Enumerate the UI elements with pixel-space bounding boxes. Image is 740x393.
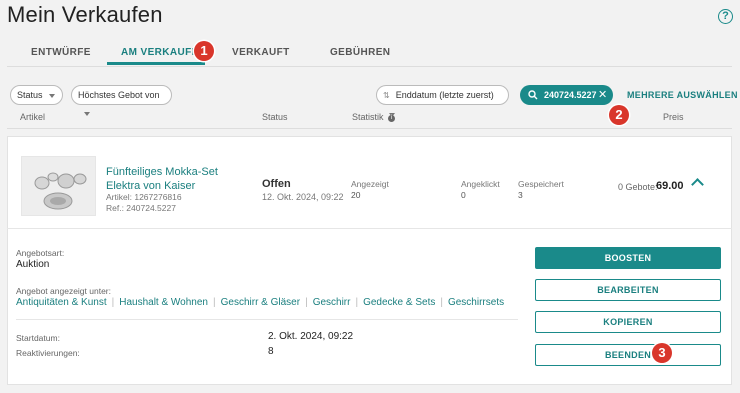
reactivations-label: Reaktivierungen: — [16, 348, 80, 358]
sort-icon: ⇅ — [383, 91, 390, 100]
annotation-badge-1: 1 — [194, 41, 214, 61]
column-header-statistics-label: Statistik — [352, 112, 384, 122]
select-multiple-link[interactable]: MEHRERE AUSWÄHLEN — [627, 90, 738, 100]
tabs-divider — [7, 66, 732, 67]
article-number: Artikel: 1267276816 — [106, 192, 182, 202]
tab-drafts[interactable]: ENTWÜRFE — [31, 47, 91, 58]
annotation-badge-2: 2 — [609, 105, 629, 125]
start-date-label: Startdatum: — [16, 333, 60, 343]
category-link[interactable]: Geschirr — [313, 297, 351, 308]
category-link[interactable]: Geschirrsets — [448, 297, 504, 308]
product-image[interactable] — [21, 156, 96, 216]
bid-count: 0 Gebote: — [618, 182, 658, 192]
info-icon[interactable]: i — [388, 115, 396, 122]
stat-shown-label: Angezeigt — [351, 179, 389, 189]
close-icon[interactable]: ✕ — [598, 85, 607, 105]
section-divider — [16, 319, 518, 320]
listing-status: Offen — [262, 178, 291, 190]
offer-type-label: Angebotsart: — [16, 248, 65, 258]
edit-button[interactable]: BEARBEITEN — [535, 279, 721, 301]
column-header-price: Preis — [663, 112, 684, 122]
status-date: 12. Okt. 2024, 09:22 — [262, 192, 344, 202]
column-header-statistics: Statistik i — [352, 112, 396, 122]
listing-title-link[interactable]: Fünfteiliges Mokka-Set Elektra von Kaise… — [106, 165, 246, 193]
active-tab-indicator — [107, 62, 205, 65]
copy-button[interactable]: KOPIEREN — [535, 311, 721, 333]
category-link[interactable]: Antiquitäten & Kunst — [16, 297, 107, 308]
chevron-down-icon — [48, 93, 55, 98]
date-sort-dropdown[interactable]: ⇅ Enddatum (letzte zuerst) — [376, 85, 509, 117]
page-title: Mein Verkaufen — [7, 2, 163, 27]
end-button[interactable]: BEENDEN — [535, 344, 721, 366]
reactivations-value: 8 — [268, 346, 274, 357]
price-value: 69.00 — [656, 180, 684, 192]
stat-saved-label: Gespeichert — [518, 179, 564, 189]
stat-clicked-value: 0 — [461, 190, 466, 200]
tab-fees[interactable]: GEBÜHREN — [330, 47, 390, 58]
status-filter-dropdown[interactable]: Status — [10, 85, 63, 105]
stat-saved-value: 3 — [518, 190, 523, 200]
date-sort-label: Enddatum (letzte zuerst) — [395, 90, 494, 100]
annotation-badge-3: 3 — [652, 343, 672, 363]
reference-number: Ref.: 240724.5227 — [106, 203, 176, 213]
status-filter-label: Status — [17, 90, 43, 100]
start-date-value: 2. Okt. 2024, 09:22 — [268, 331, 354, 342]
stat-clicked-label: Angeklickt — [461, 179, 500, 189]
column-header-article: Artikel — [20, 112, 46, 122]
boost-button[interactable]: BOOSTEN — [535, 247, 721, 269]
category-link[interactable]: Geschirr & Gläser — [221, 297, 300, 308]
search-value: 240724.5227 — [544, 90, 597, 100]
help-icon[interactable]: ? — [718, 9, 733, 24]
column-header-status: Status — [262, 112, 288, 122]
category-link[interactable]: Gedecke & Sets — [363, 297, 435, 308]
coffee-set-image — [34, 172, 87, 210]
chevron-down-icon — [84, 111, 90, 116]
item-divider — [7, 228, 732, 229]
category-breadcrumb: Antiquitäten & Kunst | Haushalt & Wohnen | G… — [16, 297, 505, 308]
offer-type-value: Auktion — [16, 259, 50, 270]
stat-shown-value: 20 — [351, 190, 361, 200]
bid-sort-label: Höchstes Gebot von — [78, 90, 160, 100]
categories-label: Angebot angezeigt unter: — [16, 286, 111, 296]
category-link[interactable]: Haushalt & Wohnen — [119, 297, 208, 308]
tab-sold[interactable]: VERKAUFT — [232, 47, 290, 58]
bid-sort-dropdown[interactable]: Höchstes Gebot von — [71, 85, 172, 116]
search-icon — [528, 90, 538, 100]
header-divider — [7, 128, 732, 129]
active-search-chip[interactable]: 240724.5227 ✕ — [520, 85, 613, 105]
